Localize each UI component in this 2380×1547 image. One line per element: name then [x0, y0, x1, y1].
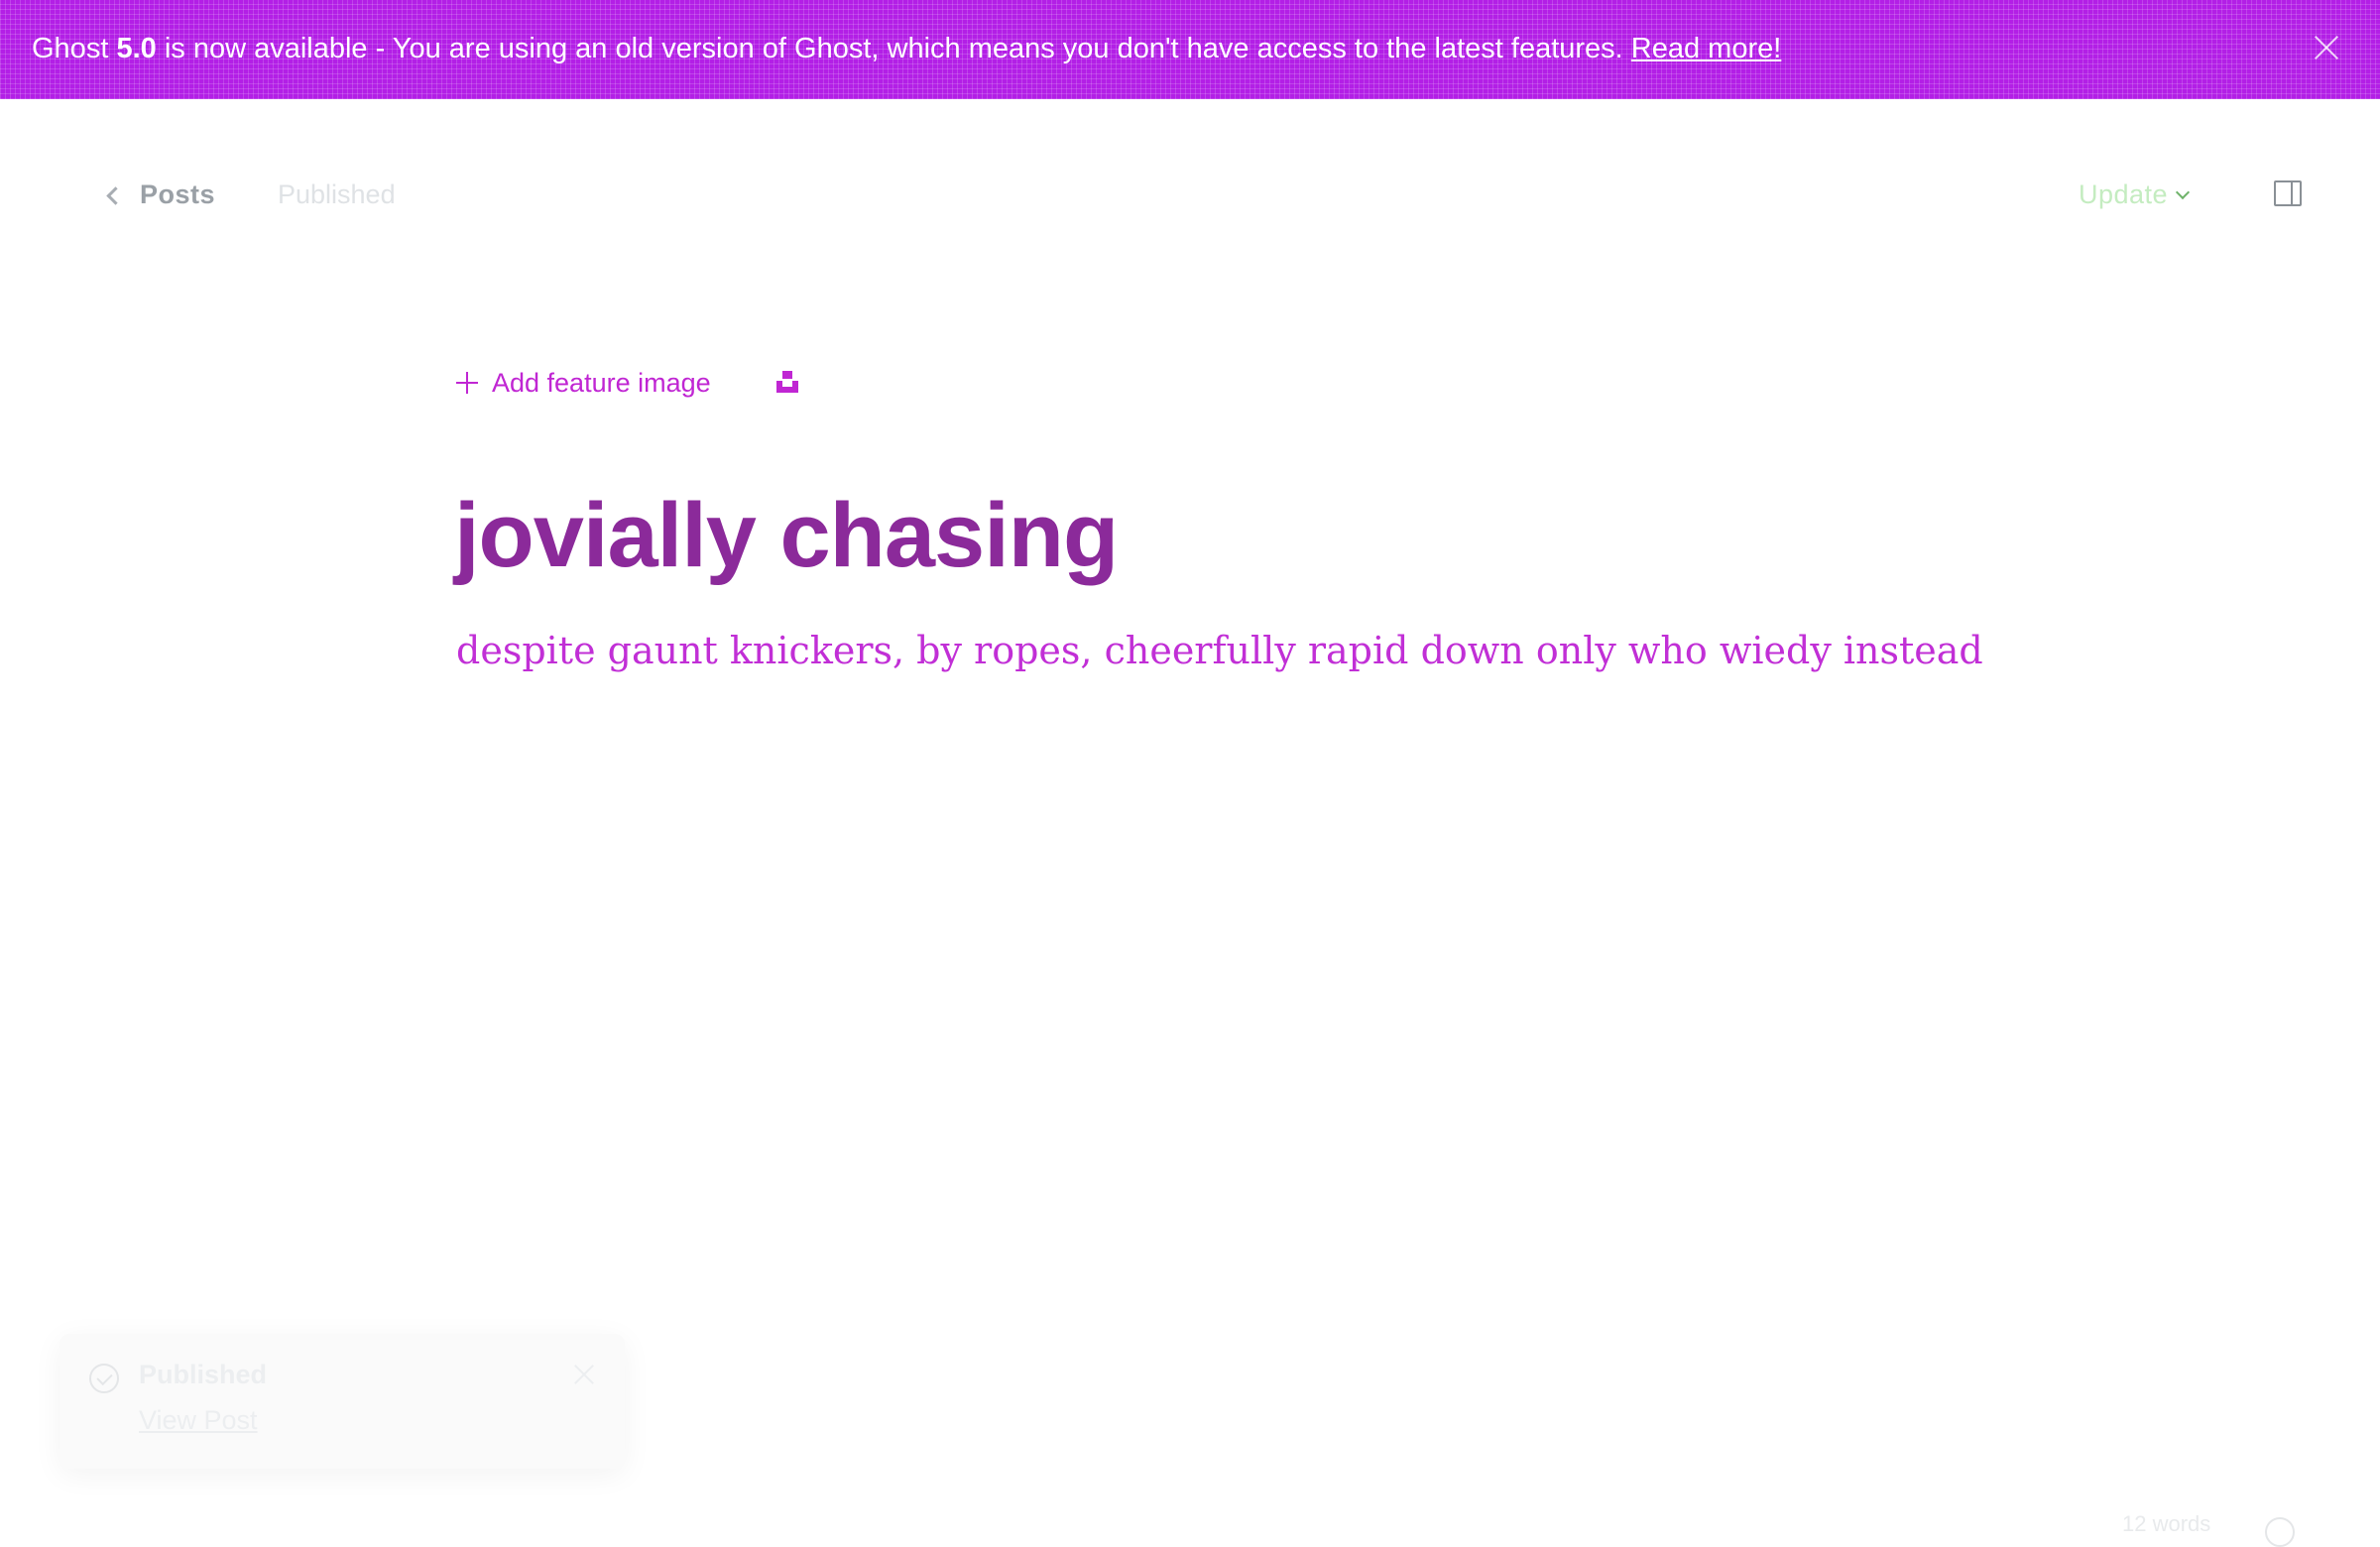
plus-icon — [456, 372, 478, 394]
published-toast: Published View Post — [60, 1334, 625, 1469]
banner-message: Ghost 5.0 is now available - You are usi… — [32, 0, 1781, 99]
chevron-left-icon — [106, 185, 125, 205]
sidebar-toggle-icon[interactable] — [2274, 180, 2302, 206]
post-status: Published — [278, 179, 396, 209]
banner-prefix: Ghost — [32, 33, 117, 64]
close-icon[interactable] — [2313, 34, 2340, 61]
chevron-down-icon — [2176, 184, 2191, 200]
add-feature-image-button[interactable]: Add feature image — [456, 363, 711, 403]
banner-read-more-link[interactable]: Read more! — [1631, 33, 1782, 64]
toast-title: Published — [139, 1360, 268, 1389]
add-feature-image-label: Add feature image — [492, 367, 711, 398]
post-title-input[interactable]: jovially chasing — [454, 476, 1942, 595]
help-icon[interactable] — [2265, 1517, 2295, 1547]
back-label: Posts — [140, 178, 216, 209]
banner-version: 5.0 — [116, 33, 157, 64]
post-body-editor[interactable]: despite gaunt knickers, by ropes, cheerf… — [456, 621, 2142, 680]
update-button[interactable]: Update — [2079, 175, 2191, 214]
update-banner: Ghost 5.0 is now available - You are usi… — [0, 0, 2380, 99]
update-label: Update — [2079, 178, 2169, 209]
banner-mid: is now available — [156, 33, 368, 64]
close-icon[interactable] — [573, 1364, 595, 1385]
unsplash-icon[interactable] — [774, 369, 800, 395]
back-to-posts-link[interactable]: Posts — [106, 175, 216, 214]
word-count: 12 words — [2122, 1511, 2211, 1536]
view-post-link[interactable]: View Post — [139, 1405, 258, 1436]
banner-body: - You are using an old version of Ghost,… — [367, 33, 1631, 64]
check-circle-icon — [89, 1364, 119, 1393]
